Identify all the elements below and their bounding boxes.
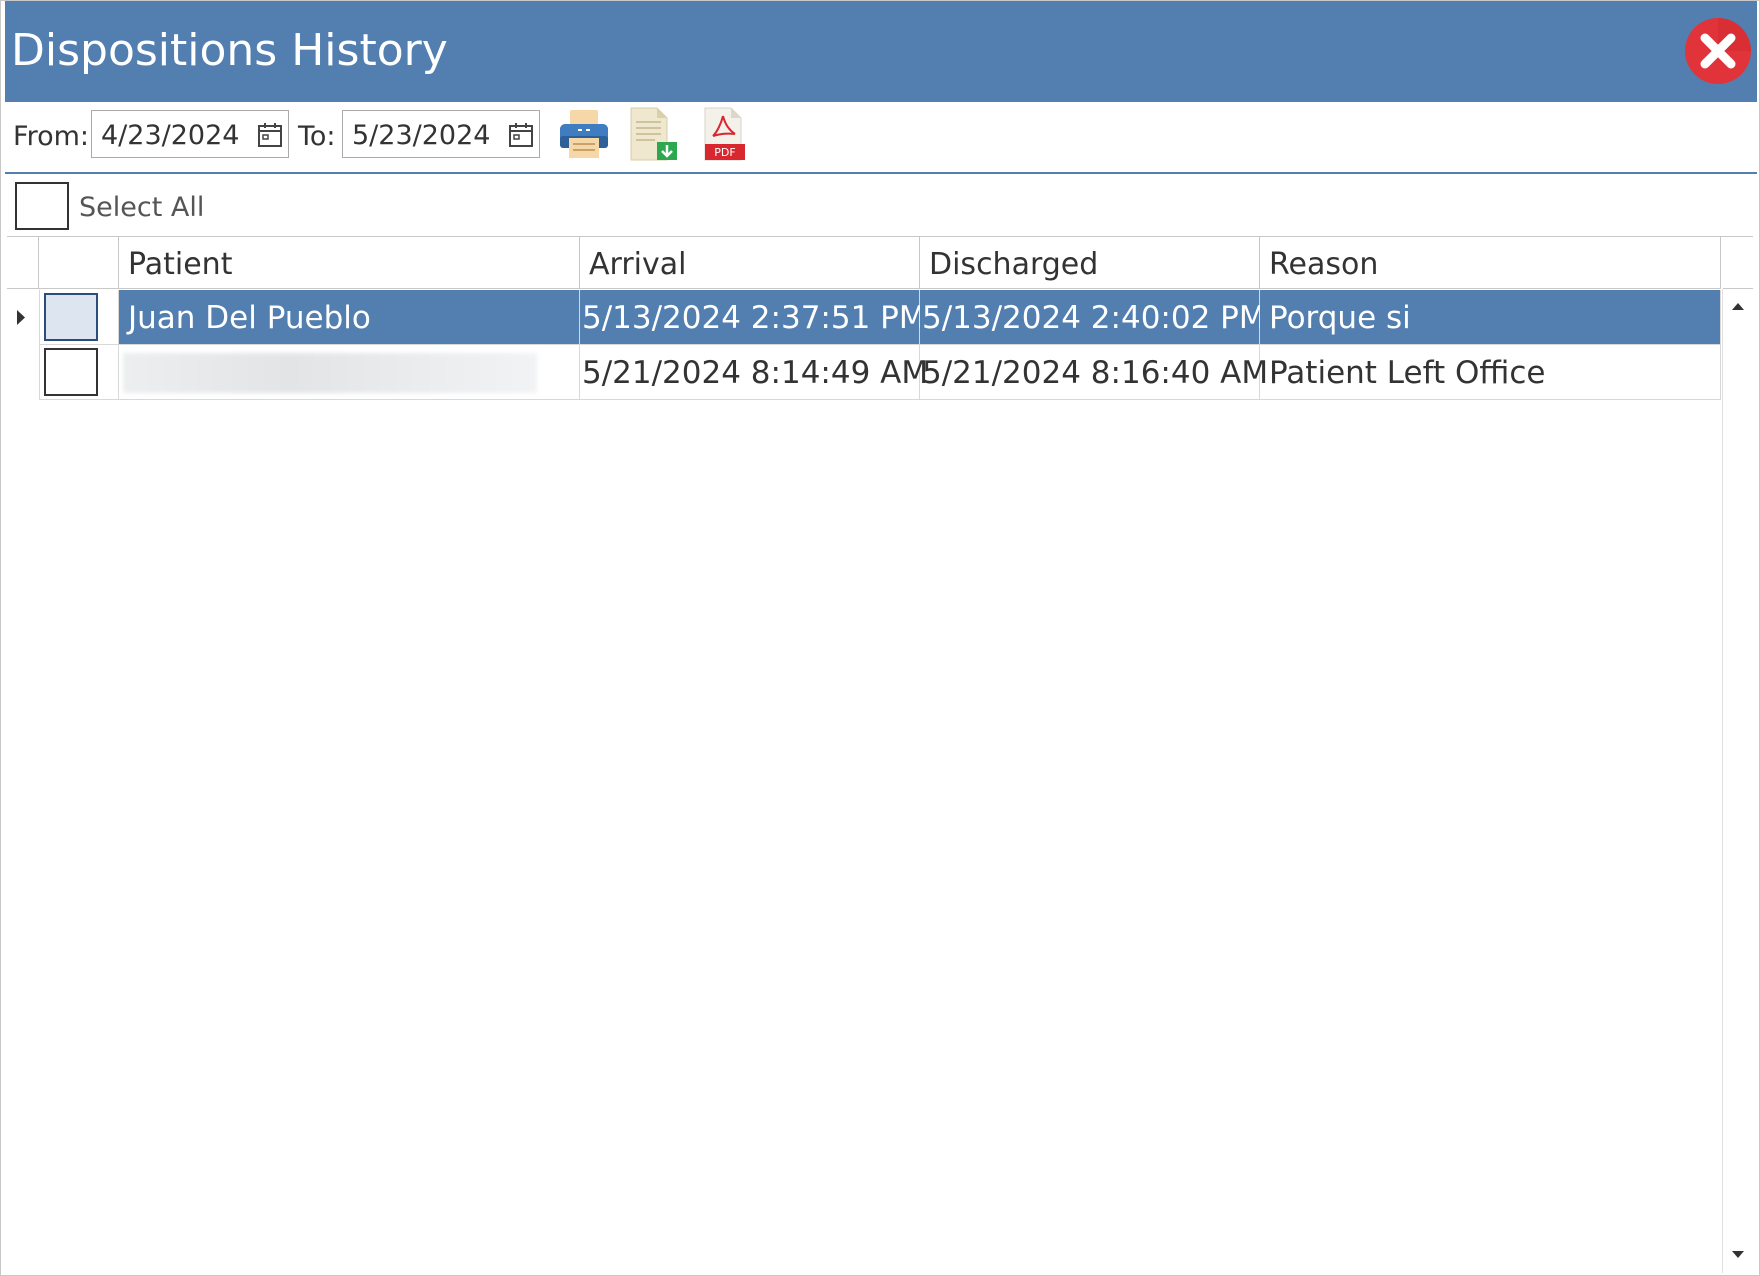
- row-checkbox-cell: [39, 345, 119, 400]
- reason-cell[interactable]: Patient Left Office: [1260, 345, 1721, 400]
- redacted-patient-name: [123, 353, 537, 393]
- row-indicator-header: [7, 237, 39, 289]
- window-title: Dispositions History: [11, 25, 448, 76]
- column-header-reason[interactable]: Reason: [1260, 237, 1721, 289]
- title-bar: Dispositions History: [5, 1, 1757, 102]
- close-button[interactable]: [1683, 16, 1753, 86]
- arrival-cell[interactable]: 5/13/2024 2:37:51 PM: [580, 290, 926, 345]
- patient-cell[interactable]: [119, 345, 580, 400]
- caret-right-icon: [17, 310, 25, 325]
- discharged-cell[interactable]: 5/21/2024 8:16:40 AM: [920, 345, 1268, 400]
- scroll-up-icon[interactable]: [1727, 295, 1749, 317]
- discharged-time: 5/13/2024 2:40:02 PM: [922, 300, 1266, 336]
- arrival-time: 5/13/2024 2:37:51 PM: [582, 300, 926, 336]
- scrollbar-corner: [1723, 237, 1753, 289]
- column-header-discharged[interactable]: Discharged: [920, 237, 1260, 289]
- row-checkbox[interactable]: [44, 293, 98, 341]
- column-header-label: Arrival: [589, 247, 687, 282]
- table-row[interactable]: Juan Del Pueblo 5/13/2024 2:37:51 PM 5/1…: [7, 290, 1721, 345]
- row-checkbox-cell: [39, 290, 119, 345]
- svg-text:PDF: PDF: [714, 146, 735, 159]
- from-label: From:: [13, 121, 89, 152]
- to-label: To:: [298, 121, 336, 152]
- select-all-row: Select All: [5, 174, 1757, 236]
- reason-text: Patient Left Office: [1269, 355, 1546, 391]
- printer-icon[interactable]: [556, 106, 612, 162]
- from-date-value[interactable]: 4/23/2024: [101, 121, 239, 151]
- to-date-value[interactable]: 5/23/2024: [352, 121, 490, 151]
- column-header-label: Patient: [128, 247, 233, 282]
- calendar-icon[interactable]: [507, 121, 535, 149]
- row-checkbox[interactable]: [44, 348, 98, 396]
- close-icon: [1685, 18, 1751, 84]
- reason-text: Porque si: [1269, 300, 1411, 336]
- patient-name: Juan Del Pueblo: [128, 300, 371, 336]
- vertical-scrollbar[interactable]: [1722, 289, 1753, 1273]
- export-document-icon[interactable]: [625, 106, 681, 162]
- arrival-time: 5/21/2024 8:14:49 AM: [582, 355, 929, 391]
- calendar-icon[interactable]: [256, 121, 284, 149]
- patient-cell[interactable]: Juan Del Pueblo: [119, 290, 580, 345]
- column-header-arrival[interactable]: Arrival: [580, 237, 920, 289]
- column-header-label: Reason: [1269, 247, 1379, 282]
- reason-cell[interactable]: Porque si: [1260, 290, 1721, 345]
- discharged-cell[interactable]: 5/13/2024 2:40:02 PM: [920, 290, 1266, 345]
- column-header-patient[interactable]: Patient: [119, 237, 580, 289]
- select-all-label[interactable]: Select All: [79, 191, 204, 225]
- toolbar: From: 4/23/2024 To: 5/23/2024 PDF: [5, 102, 1757, 174]
- select-all-checkbox[interactable]: [15, 182, 69, 230]
- scroll-down-icon[interactable]: [1727, 1243, 1749, 1265]
- row-indicator: [7, 345, 37, 400]
- table-row[interactable]: 5/21/2024 8:14:49 AM 5/21/2024 8:16:40 A…: [7, 345, 1721, 400]
- arrival-cell[interactable]: 5/21/2024 8:14:49 AM: [580, 345, 928, 400]
- to-date-picker[interactable]: 5/23/2024: [342, 110, 540, 158]
- checkbox-column-header: [39, 237, 119, 289]
- current-row-indicator: [7, 290, 37, 345]
- column-header-label: Discharged: [929, 247, 1099, 282]
- dispositions-grid: Patient Arrival Discharged Reason Juan D…: [7, 236, 1753, 1273]
- from-date-picker[interactable]: 4/23/2024: [91, 110, 289, 158]
- pdf-icon[interactable]: PDF: [695, 106, 751, 162]
- discharged-time: 5/21/2024 8:16:40 AM: [922, 355, 1269, 391]
- dispositions-history-window: Dispositions History From: 4/23/2024 To:…: [0, 0, 1760, 1276]
